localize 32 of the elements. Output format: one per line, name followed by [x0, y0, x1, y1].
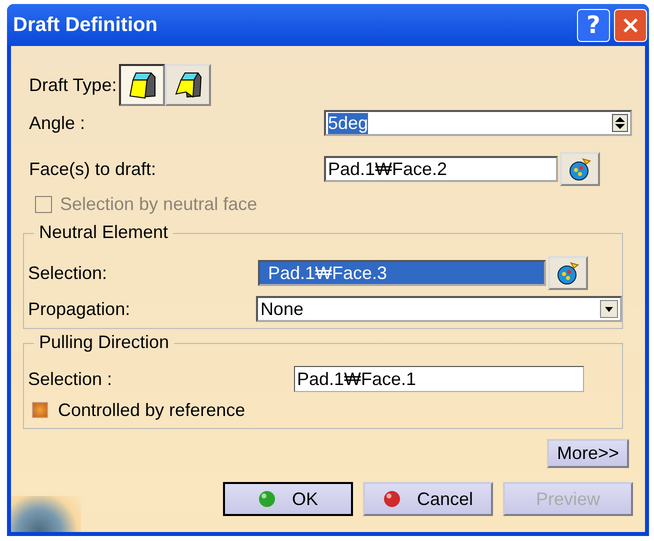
status-dot-icon [258, 490, 276, 508]
selection-tool-icon [567, 156, 593, 182]
checkbox[interactable] [32, 402, 48, 418]
checkbox-label: Controlled by reference [58, 400, 246, 420]
field-label: Angle : [29, 112, 86, 134]
neutral-selection-field[interactable]: Pad.1₩Face.3 [258, 260, 546, 286]
selection-tool-icon [555, 260, 581, 286]
selection-button[interactable] [548, 256, 588, 290]
field-label: Propagation: [28, 298, 132, 320]
globe-decoration [11, 496, 81, 532]
pulling-selection-field[interactable]: Pad.1₩Face.1 [294, 366, 584, 392]
help-button[interactable]: ? [577, 8, 610, 42]
angle-spin-field[interactable]: 5deg [324, 110, 632, 136]
draft-type-button[interactable] [118, 64, 165, 106]
spinner-icon[interactable] [612, 114, 628, 132]
faces-field[interactable]: Pad.1₩Face.2 [324, 156, 558, 182]
field-label: Selection : [28, 368, 114, 390]
propagation-dropdown[interactable]: None [256, 296, 622, 322]
more-button[interactable]: More>> [546, 439, 629, 468]
cancel-button[interactable]: Cancel [363, 482, 493, 516]
field-label: Selection: [28, 262, 108, 284]
selection-button[interactable] [560, 152, 600, 186]
close-button[interactable]: × [614, 8, 647, 42]
cube-icon [172, 70, 203, 100]
status-dot-icon [382, 490, 401, 508]
group-title: Pulling Direction [34, 332, 174, 353]
field-label: Face(s) to draft: [29, 158, 158, 180]
checkbox-label: Selection by neutral face [60, 194, 258, 215]
field-label: Draft Type: [29, 74, 117, 96]
ok-button[interactable]: OK [223, 482, 353, 516]
cube-icon [126, 70, 157, 100]
window-title: Draft Definition [13, 14, 158, 36]
